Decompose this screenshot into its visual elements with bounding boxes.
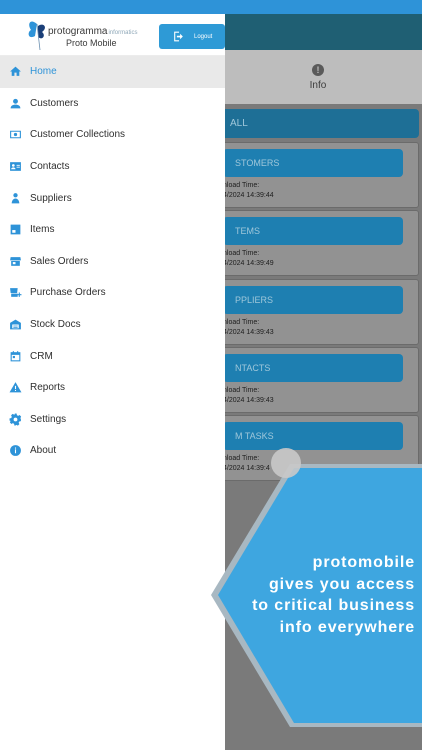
supplier-icon	[9, 192, 22, 205]
butterfly-logo-icon	[28, 21, 45, 51]
sync-crm-tasks-button[interactable]: M TASKS	[223, 422, 403, 450]
download-time-value: 4/2024 14:39:49	[223, 260, 274, 267]
logout-button[interactable]: Logout	[159, 24, 225, 49]
purchase-cart-icon	[9, 286, 22, 299]
menu-item-contacts[interactable]: Contacts	[0, 151, 225, 183]
touch-indicator	[271, 448, 301, 478]
sync-card-crm-tasks: M TASKS nload Time: 4/2024 14:39:4	[212, 415, 419, 481]
status-bar	[0, 0, 422, 14]
promo-line: gives you access	[268, 575, 415, 593]
menu-item-crm[interactable]: CRM	[0, 340, 225, 372]
menu-item-purchase-orders[interactable]: Purchase Orders	[0, 277, 225, 309]
navigation-drawer: protogrammainformatics Proto Mobile Logo…	[0, 14, 225, 750]
drawer-header: protogrammainformatics Proto Mobile Logo…	[0, 14, 225, 56]
tab-info[interactable]: ! Info	[294, 60, 342, 91]
calendar-icon	[9, 350, 22, 363]
menu-item-label: About	[30, 445, 57, 457]
download-time-label: nload Time:	[223, 250, 260, 257]
download-time-value: 4/2024 14:39:43	[223, 329, 274, 336]
download-time-label: nload Time:	[223, 182, 260, 189]
menu-item-about[interactable]: About	[0, 435, 225, 467]
person-icon	[9, 97, 22, 110]
logout-icon	[174, 31, 183, 42]
menu-item-customer-collections[interactable]: Customer Collections	[0, 119, 225, 151]
protogramma-logo: protogrammainformatics Proto Mobile	[26, 18, 156, 52]
menu-item-customers[interactable]: Customers	[0, 88, 225, 120]
menu-item-label: Customer Collections	[30, 129, 126, 141]
menu-item-label: Contacts	[30, 161, 70, 173]
logo-brand-text: protogrammainformatics	[48, 26, 138, 37]
download-time-value: 4/2024 14:39:43	[223, 397, 274, 404]
download-time-value: 4/2024 14:39:44	[223, 192, 274, 199]
warning-icon	[9, 381, 22, 394]
home-icon	[9, 65, 22, 78]
store-icon	[9, 255, 22, 268]
menu-item-home[interactable]: Home	[0, 56, 225, 88]
contact-card-icon	[9, 160, 22, 173]
promo-tagline: protomobile gives you access to critical…	[215, 552, 415, 638]
sync-card-contacts: NTACTS nload Time: 4/2024 14:39:43	[212, 347, 419, 413]
menu-item-label: Reports	[30, 382, 66, 394]
menu-item-stock-docs[interactable]: Stock Docs	[0, 309, 225, 341]
sync-customers-button[interactable]: STOMERS	[223, 149, 403, 177]
menu-item-suppliers[interactable]: Suppliers	[0, 182, 225, 214]
promo-line: info everywhere	[279, 618, 415, 636]
menu-item-label: Customers	[30, 97, 79, 109]
menu-item-label: Settings	[30, 413, 67, 425]
gear-icon	[9, 413, 22, 426]
info-icon: !	[312, 64, 324, 76]
warehouse-icon	[9, 318, 22, 331]
sync-card-suppliers: PPLIERS nload Time: 4/2024 14:39:43	[212, 279, 419, 345]
download-time-label: nload Time:	[223, 455, 260, 462]
sync-contacts-button[interactable]: NTACTS	[223, 354, 403, 382]
logout-label: Logout	[194, 33, 213, 40]
sync-card-items: TEMS nload Time: 4/2024 14:39:49	[212, 210, 419, 276]
promo-line: protomobile	[312, 554, 415, 571]
menu-item-items[interactable]: Items	[0, 214, 225, 246]
menu-item-label: Purchase Orders	[30, 287, 106, 299]
tab-info-label: Info	[309, 80, 327, 91]
menu-item-label: CRM	[30, 350, 53, 362]
download-time-value: 4/2024 14:39:4	[223, 465, 270, 472]
drawer-menu: Home Customers Customer Collections Cont…	[0, 56, 225, 467]
money-icon	[9, 128, 22, 141]
menu-item-label: Stock Docs	[30, 319, 81, 331]
download-time-label: nload Time:	[223, 319, 260, 326]
sync-items-button[interactable]: TEMS	[223, 217, 403, 245]
info-icon	[9, 444, 22, 457]
logo-subtitle: Proto Mobile	[66, 38, 117, 48]
download-time-label: nload Time:	[223, 387, 260, 394]
sync-card-customers: STOMERS nload Time: 4/2024 14:39:44	[212, 142, 419, 208]
menu-item-label: Home	[30, 66, 57, 78]
menu-item-sales-orders[interactable]: Sales Orders	[0, 246, 225, 278]
item-box-icon	[9, 223, 22, 236]
sync-all-button[interactable]: ALL	[212, 109, 419, 138]
sync-suppliers-button[interactable]: PPLIERS	[223, 286, 403, 314]
menu-item-settings[interactable]: Settings	[0, 404, 225, 436]
promo-line: to critical business	[252, 597, 415, 614]
menu-item-label: Sales Orders	[30, 255, 89, 267]
menu-item-reports[interactable]: Reports	[0, 372, 225, 404]
menu-item-label: Suppliers	[30, 192, 72, 204]
menu-item-label: Items	[30, 224, 55, 236]
